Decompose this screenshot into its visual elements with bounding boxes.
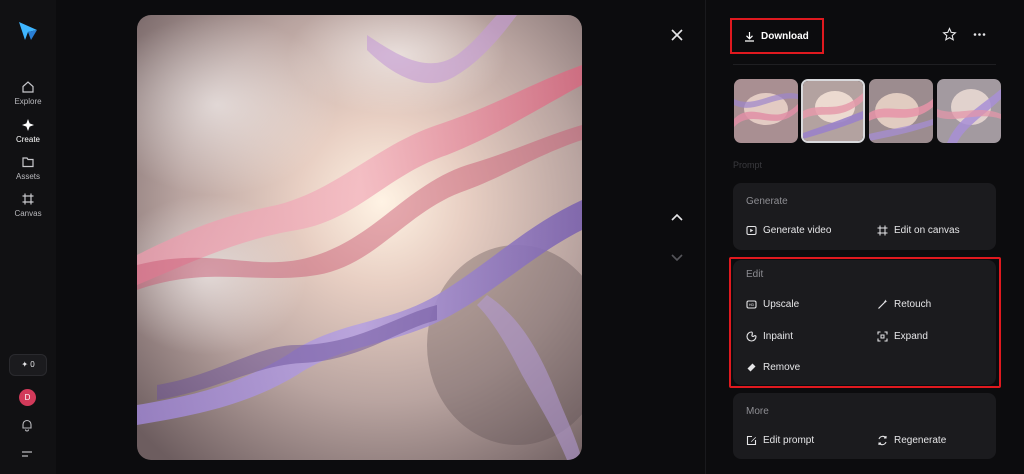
generate-video-label: Generate video: [763, 225, 832, 236]
more-panel: More Edit prompt Regenerate: [733, 393, 996, 459]
sidebar-item-label: Explore: [14, 97, 42, 106]
thumbnail-1[interactable]: [734, 79, 798, 143]
eraser-icon: [747, 363, 756, 372]
generate-title: Generate: [746, 196, 788, 207]
edit-on-canvas-button[interactable]: Edit on canvas: [877, 225, 960, 236]
retouch-label: Retouch: [894, 299, 932, 310]
chevron-up-icon[interactable]: [668, 208, 686, 226]
edit-prompt-icon: [746, 435, 757, 446]
svg-text:HD: HD: [749, 303, 755, 307]
remove-button[interactable]: Remove: [746, 362, 800, 373]
generate-video-button[interactable]: Generate video: [746, 225, 831, 236]
sidebar-item-explore[interactable]: Explore: [0, 80, 56, 106]
sidebar-item-create[interactable]: Create: [0, 118, 56, 144]
sidebar-item-label: Create: [15, 135, 40, 144]
download-button[interactable]: Download: [730, 18, 824, 54]
edit-on-canvas-label: Edit on canvas: [894, 225, 960, 236]
paint-brush-icon: [746, 331, 757, 342]
download-icon: [745, 31, 754, 42]
inpaint-label: Inpaint: [763, 331, 794, 342]
folder-icon: [22, 157, 34, 168]
video-icon: [746, 225, 757, 236]
thumbnail-2-selected[interactable]: [801, 79, 865, 143]
expand-label: Expand: [894, 331, 928, 342]
bell-icon[interactable]: [20, 418, 34, 432]
regenerate-label: Regenerate: [894, 435, 947, 446]
more-title: More: [746, 406, 769, 417]
avatar[interactable]: D: [19, 389, 36, 406]
inpaint-button[interactable]: Inpaint: [746, 331, 793, 342]
more-options-icon[interactable]: [972, 27, 987, 42]
generated-image: [137, 15, 582, 460]
sparkle-icon: [22, 119, 34, 131]
close-icon[interactable]: [668, 26, 686, 44]
sidebar-item-label: Assets: [15, 172, 40, 181]
edit-panel: Edit HD Upscale Retouch Inpaint Expand R…: [733, 260, 996, 385]
remove-label: Remove: [763, 362, 801, 373]
retouch-button[interactable]: Retouch: [877, 299, 931, 310]
prompt-label: Prompt: [733, 160, 763, 170]
panel-divider: [705, 0, 706, 474]
frame-icon: [877, 225, 888, 236]
header-divider: [733, 64, 996, 65]
expand-icon: [877, 331, 888, 342]
thumbnail-4[interactable]: [937, 79, 1001, 143]
magic-wand-icon: [878, 299, 888, 309]
frame-icon: [22, 193, 34, 205]
menu-icon[interactable]: [20, 448, 34, 460]
upscale-label: Upscale: [763, 299, 800, 310]
sidebar-item-assets[interactable]: Assets: [0, 155, 56, 181]
thumbnail-3[interactable]: [869, 79, 933, 143]
credits-badge[interactable]: ✦ 0: [9, 354, 47, 376]
star-icon[interactable]: [942, 27, 957, 42]
app-logo-icon[interactable]: [17, 20, 39, 42]
home-icon: [22, 81, 34, 93]
edit-title: Edit: [746, 269, 764, 280]
refresh-icon: [878, 435, 887, 446]
sidebar-item-canvas[interactable]: Canvas: [0, 192, 56, 218]
regenerate-button[interactable]: Regenerate: [877, 435, 946, 446]
generate-panel: Generate Generate video Edit on canvas: [733, 183, 996, 250]
expand-button[interactable]: Expand: [877, 331, 928, 342]
edit-prompt-button[interactable]: Edit prompt: [746, 435, 814, 446]
upscale-icon: HD: [746, 300, 757, 309]
download-label: Download: [761, 30, 809, 42]
sidebar-item-label: Canvas: [14, 209, 42, 218]
upscale-button[interactable]: HD Upscale: [746, 299, 799, 310]
sidebar: Explore Create Assets Canvas ✦ 0 D: [0, 0, 56, 474]
chevron-down-icon[interactable]: [668, 248, 686, 266]
edit-prompt-label: Edit prompt: [763, 435, 815, 446]
